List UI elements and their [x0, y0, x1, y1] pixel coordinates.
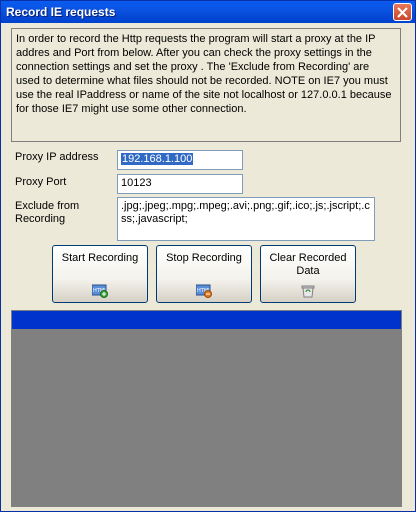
html-stop-icon: HTML — [196, 284, 212, 298]
clear-recorded-data-button[interactable]: Clear Recorded Data — [260, 245, 356, 303]
stop-recording-button[interactable]: Stop Recording HTML — [156, 245, 252, 303]
clear-label-line2: Data — [296, 265, 320, 277]
exclude-input[interactable]: .jpg;.jpeg;.mpg;.mpeg;.avi;.png;.gif;.ic… — [117, 197, 375, 241]
title-bar[interactable]: Record IE requests — [1, 1, 415, 23]
start-recording-button[interactable]: Start Recording HTML — [52, 245, 148, 303]
close-icon — [397, 7, 408, 18]
exclude-label-line1: Exclude from — [15, 200, 80, 212]
html-add-icon: HTML — [92, 284, 108, 298]
start-recording-label: Start Recording — [61, 252, 139, 264]
exclude-label-line2: Recording — [15, 213, 66, 225]
proxy-port-label: Proxy Port — [15, 176, 67, 188]
recorded-requests-list[interactable] — [11, 310, 402, 507]
list-header — [12, 311, 401, 329]
recycle-bin-icon — [301, 285, 315, 298]
instructions-text: In order to record the Http requests the… — [11, 28, 401, 142]
clear-recorded-data-label: Clear Recorded Data — [261, 252, 355, 278]
window-title: Record IE requests — [6, 5, 116, 19]
proxy-port-input[interactable]: 10123 — [117, 174, 243, 194]
proxy-ip-label: Proxy IP address — [15, 151, 99, 163]
proxy-ip-input[interactable]: 192.168.1.100 — [117, 150, 243, 170]
stop-recording-label: Stop Recording — [166, 252, 242, 264]
record-ie-requests-window: Record IE requests In order to record th… — [0, 0, 416, 512]
proxy-ip-value: 192.168.1.100 — [121, 153, 194, 165]
close-button[interactable] — [393, 3, 412, 21]
clear-label-line1: Clear Recorded — [269, 252, 347, 264]
